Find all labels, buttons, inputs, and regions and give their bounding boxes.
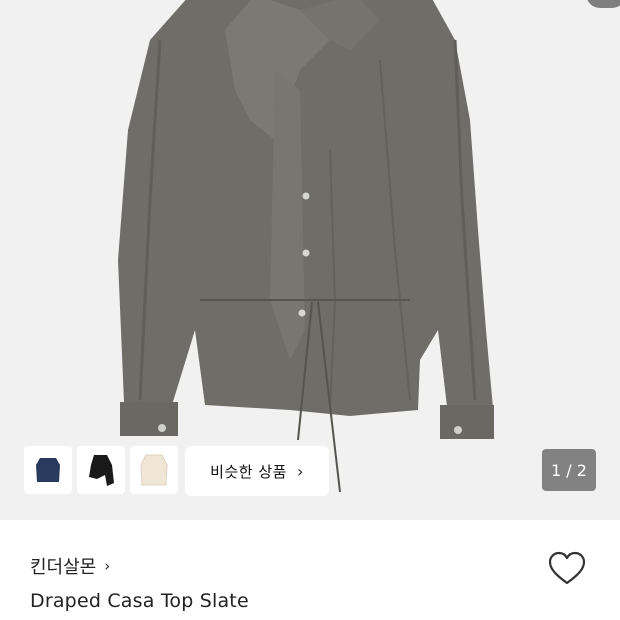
chevron-right-icon: › bbox=[296, 461, 304, 481]
brand-link[interactable]: 킨더살몬 › bbox=[30, 553, 110, 579]
image-pager: 1 / 2 bbox=[542, 449, 596, 491]
cream-blouse-thumbnail-icon bbox=[140, 454, 168, 486]
similar-products-button[interactable]: 비슷한 상품 › bbox=[185, 446, 329, 496]
heart-outline-icon[interactable] bbox=[548, 550, 586, 588]
brand-name: 킨더살몬 bbox=[30, 557, 97, 578]
chevron-right-icon: › bbox=[104, 557, 111, 575]
product-photo bbox=[118, 0, 494, 493]
similar-thumbnail-1[interactable] bbox=[24, 446, 72, 494]
black-top-thumbnail-icon bbox=[89, 455, 114, 486]
similar-thumbnail-2[interactable] bbox=[77, 446, 125, 494]
product-image-carousel[interactable]: 비슷한 상품 › 1 / 2 bbox=[0, 0, 620, 520]
similar-products-label: 비슷한 상품 bbox=[210, 462, 287, 481]
navy-blouse-thumbnail-icon bbox=[36, 458, 60, 482]
product-title: Draped Casa Top Slate bbox=[30, 590, 249, 612]
similar-thumbnail-3[interactable] bbox=[130, 446, 178, 494]
similar-products-bar: 비슷한 상품 › bbox=[24, 446, 329, 496]
